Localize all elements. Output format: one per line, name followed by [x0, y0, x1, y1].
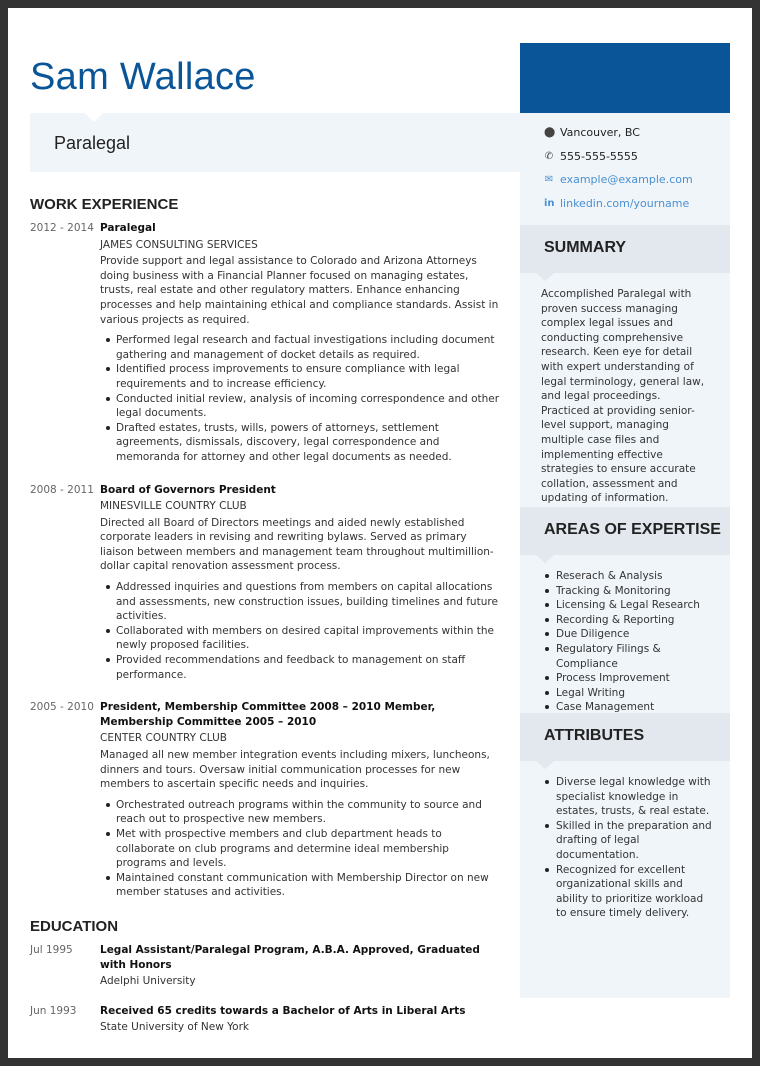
company-name: JAMES CONSULTING SERVICES	[100, 238, 258, 251]
job-entry: 2012 - 2014 Paralegal JAMES CONSULTING SER…	[30, 221, 500, 465]
education-date: Jun 1993	[30, 1004, 77, 1017]
expertise-item: Licensing & Legal Research	[541, 598, 712, 613]
job-dates: 2005 - 2010	[30, 701, 94, 714]
education-entry: Jul 1995 Legal Assistant/Paralegal Progra…	[30, 943, 500, 989]
expertise-item: Regulatory Filings & Compliance	[541, 642, 712, 671]
job-title: President, Membership Committee 2008 – 2…	[100, 701, 436, 728]
job-bullet: Performed legal research and factual inv…	[100, 333, 500, 362]
job-entry: 2005 - 2010 President, Membership Committ…	[30, 700, 500, 900]
resume-page: Paralegal Sam Wallace ⬤ Vancouver, BC ✆ 55…	[8, 8, 752, 1058]
expertise-item: Recording & Reporting	[541, 613, 712, 628]
email[interactable]: ✉ example@example.com	[544, 168, 730, 192]
job-entry: 2008 - 2011 Board of Governors President M…	[30, 483, 500, 683]
work-experience-heading: WORK EXPERIENCE	[30, 196, 179, 213]
job-bullets: Addressed inquiries and questions from m…	[100, 580, 500, 682]
job-description: Managed all new member integration event…	[100, 749, 490, 791]
envelope-icon: ✉	[544, 174, 554, 186]
job-bullet: Drafted estates, trusts, wills, powers o…	[100, 421, 500, 465]
email-link[interactable]: example@example.com	[560, 173, 693, 186]
summary-heading: SUMMARY	[520, 225, 730, 281]
job-body: Paralegal JAMES CONSULTING SERVICES Provid…	[100, 221, 500, 465]
main-column: WORK EXPERIENCE 2012 - 2014 Paralegal JAME…	[30, 196, 500, 1050]
expertise-item: Legal Writing	[541, 686, 712, 701]
candidate-name: Sam Wallace	[30, 56, 256, 98]
education-body: Legal Assistant/Paralegal Program, A.B.A…	[100, 943, 500, 989]
attribute-item: Skilled in the preparation and drafting …	[541, 819, 712, 863]
linkedin-link[interactable]: linkedin.com/yourname	[560, 197, 689, 210]
attribute-item: Recognized for excellent organizational …	[541, 863, 712, 921]
expertise-item: Due Diligence	[541, 627, 712, 642]
company-name: CENTER COUNTRY CLUB	[100, 732, 227, 745]
job-title: Paralegal	[54, 133, 131, 153]
job-description: Directed all Board of Directors meetings…	[100, 516, 494, 573]
linkedin[interactable]: in linkedin.com/yourname	[544, 192, 730, 216]
job-dates: 2012 - 2014	[30, 222, 94, 234]
attributes-heading: ATTRIBUTES	[520, 713, 730, 769]
job-body: President, Membership Committee 2008 – 2…	[100, 700, 500, 900]
job-dates: 2008 - 2011	[30, 483, 94, 496]
contact-info: ⬤ Vancouver, BC ✆ 555-555-5555 ✉ example@ex…	[520, 113, 730, 215]
expertise-item: Tracking & Monitoring	[541, 584, 712, 599]
location-text: Vancouver, BC	[560, 126, 640, 140]
job-bullet: Collaborated with members on desired cap…	[100, 624, 500, 653]
job-title: Paralegal	[100, 222, 156, 234]
job-body: Board of Governors President MINESVILLE C…	[100, 483, 500, 683]
phone-text: 555-555-5555	[560, 149, 638, 163]
expertise-item: Process Improvement	[541, 671, 712, 686]
education-date: Jul 1995	[30, 943, 73, 956]
summary-text: Accomplished Paralegal with proven succe…	[541, 288, 705, 505]
education-heading: EDUCATION	[30, 917, 119, 935]
sidebar-accent-block	[520, 43, 730, 113]
degree: Received 65 credits towards a Bachelor o…	[100, 1004, 466, 1017]
job-bullet: Maintained constant communication with M…	[100, 871, 500, 900]
map-pin-icon: ⬤	[544, 127, 556, 139]
job-bullet: Provided recommendations and feedback to…	[100, 653, 500, 682]
job-bullets: Performed legal research and factual inv…	[100, 333, 500, 464]
job-bullet: Conducted initial review, analysis of in…	[100, 392, 500, 421]
degree: Legal Assistant/Paralegal Program, A.B.A…	[100, 943, 480, 971]
job-bullet: Addressed inquiries and questions from m…	[100, 580, 500, 624]
sidebar: ⬤ Vancouver, BC ✆ 555-555-5555 ✉ example@ex…	[520, 43, 730, 998]
job-bullet: Met with prospective members and club de…	[100, 827, 500, 871]
expertise-heading: AREAS OF EXPERTISE	[520, 507, 730, 563]
phone: ✆ 555-555-5555	[544, 145, 730, 169]
attributes-list: Diverse legal knowledge with specialist …	[520, 761, 730, 921]
job-bullet: Orchestrated outreach programs within th…	[100, 798, 500, 827]
school: State University of New York	[100, 1021, 249, 1034]
attribute-item: Diverse legal knowledge with specialist …	[541, 775, 712, 819]
expertise-item: Reserach & Analysis	[541, 569, 712, 584]
expertise-list: Reserach & Analysis Tracking & Monitoring…	[520, 555, 730, 713]
linkedin-icon: in	[544, 197, 555, 209]
job-bullets: Orchestrated outreach programs within th…	[100, 798, 500, 900]
company-name: MINESVILLE COUNTRY CLUB	[100, 500, 247, 513]
education-body: Received 65 credits towards a Bachelor o…	[100, 1004, 500, 1035]
phone-icon: ✆	[544, 150, 554, 162]
location: ⬤ Vancouver, BC	[544, 121, 730, 145]
school: Adelphi University	[100, 975, 196, 988]
job-bullet: Identified process improvements to ensur…	[100, 362, 500, 391]
job-title: Board of Governors President	[100, 483, 276, 496]
education-entry: Jun 1993 Received 65 credits towards a Ba…	[30, 1004, 500, 1035]
job-description: Provide support and legal assistance to …	[100, 255, 499, 326]
